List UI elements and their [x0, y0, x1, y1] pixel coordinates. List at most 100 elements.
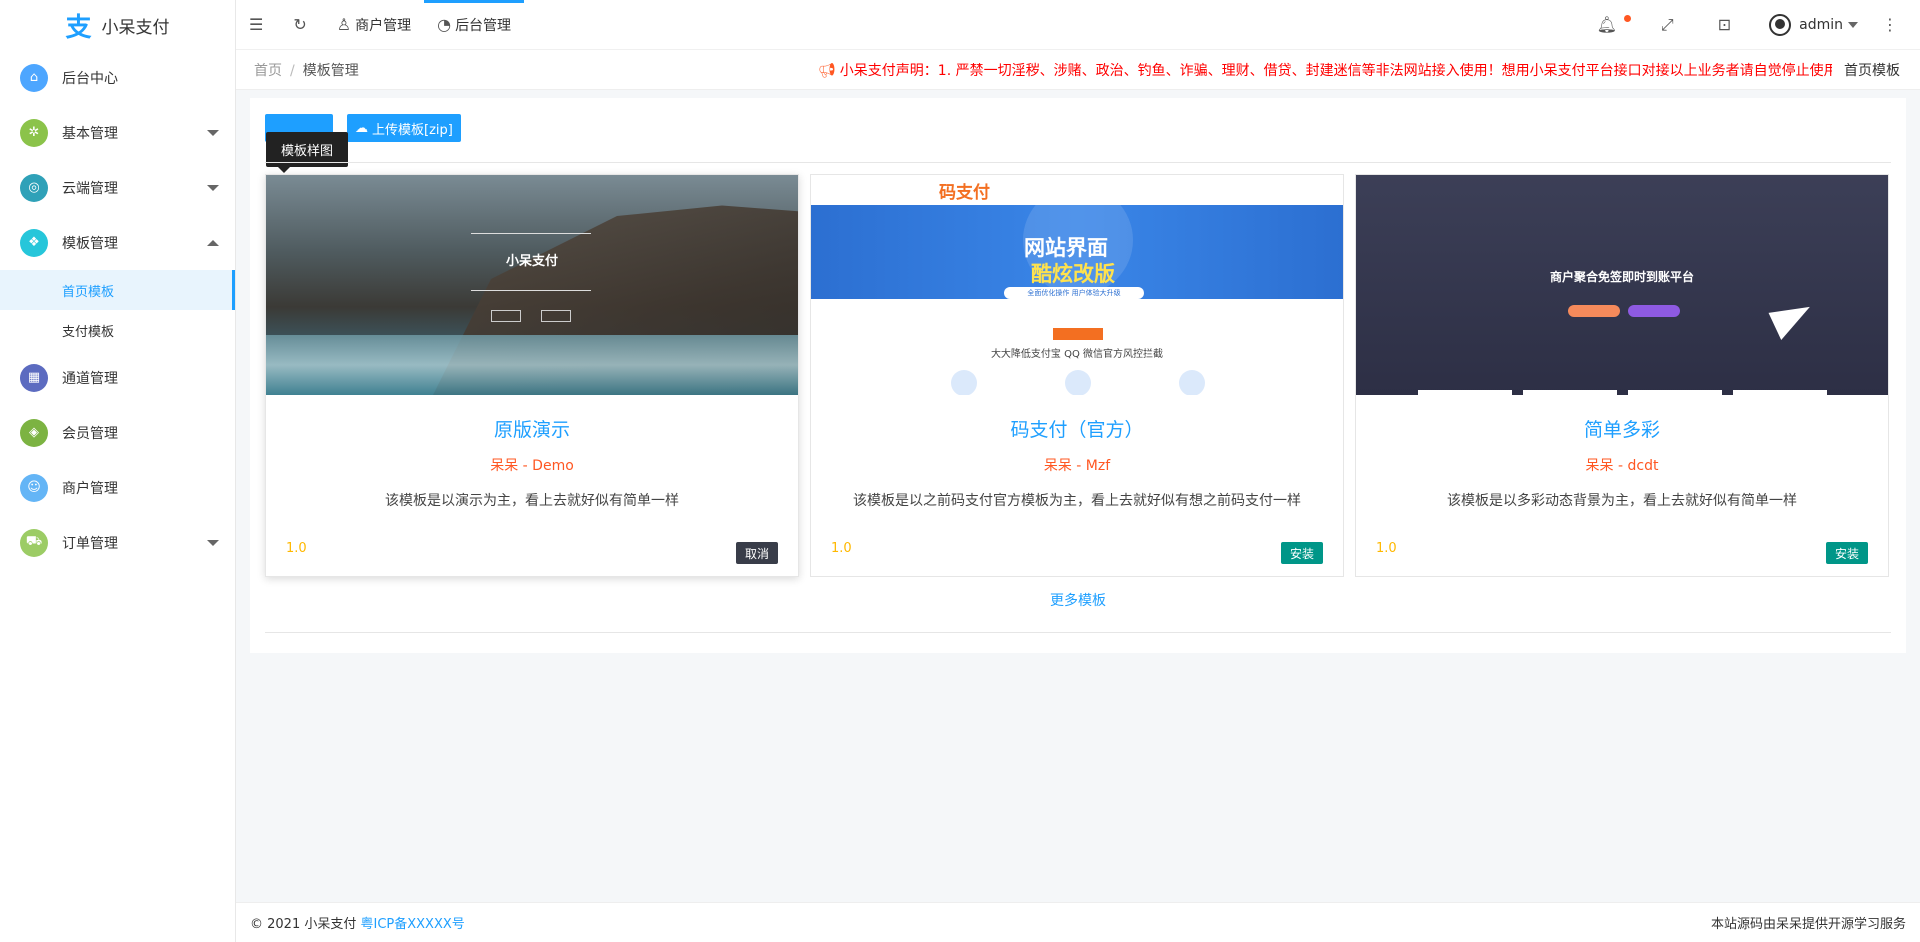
layers-icon: ❖ — [20, 228, 48, 257]
thumb-line — [471, 290, 591, 291]
notification-button[interactable]: 🔔︎ — [1577, 0, 1641, 50]
template-author: 呆呆 - Demo — [490, 458, 574, 474]
divider — [265, 162, 1891, 163]
tab-merchant-management[interactable]: ♙ 商户管理 — [324, 0, 424, 50]
chevron-down-icon — [207, 184, 219, 191]
thumb-icon — [951, 370, 977, 395]
settings-icon: ✲ — [20, 118, 48, 147]
thumb-title: 小呆支付 — [505, 254, 558, 269]
bell-icon: 🔔︎ — [1596, 15, 1617, 34]
tab-backend-management[interactable]: ◔ 后台管理 — [424, 0, 525, 50]
notice-text: 小呆支付声明：1. 严禁一切淫秽、涉赌、政治、钓鱼、诈骗、理财、借贷、封建迷信等… — [839, 62, 1832, 79]
menu-toggle-button[interactable]: ☰ — [236, 0, 280, 50]
icp-link[interactable]: 粤ICP备XXXXX号 — [361, 917, 465, 932]
template-card: 小呆支付 原版演示 呆呆 - Demo 该模板是以演示为主，看上去就好似有简单一… — [265, 174, 799, 577]
breadcrumb-separator: / — [290, 62, 295, 79]
footer: © 2021 小呆支付 粤ICP备XXXXX号 本站源码由呆呆提供开源学习服务 — [236, 902, 1920, 942]
thumb-button — [491, 310, 521, 322]
app-name: 小呆支付 — [101, 17, 170, 38]
thumb-button — [1628, 305, 1680, 317]
sidebar-subitem-home-template[interactable]: 首页模板 — [0, 270, 235, 310]
thumb-card — [1418, 390, 1512, 395]
refresh-icon: ↻ — [293, 15, 307, 34]
thumb-headline-2: 酷炫改版 — [1031, 262, 1115, 286]
sidebar-item-label: 后台中心 — [62, 70, 118, 87]
breadcrumb-home[interactable]: 首页 — [254, 63, 282, 79]
home-icon: ⌂ — [20, 63, 48, 92]
template-card: 码支付 网站界面 酷炫改版 全面优化操作 用户体验大升级 大大降低支付宝 QQ … — [810, 174, 1344, 577]
sidebar-item-dashboard[interactable]: ⌂ 后台中心 — [0, 50, 235, 105]
template-description: 该模板是以多彩动态背景为主，看上去就好似有简单一样 — [1447, 493, 1797, 509]
lock-screen-button[interactable]: ⊡ — [1698, 0, 1755, 50]
user-menu[interactable]: admin — [1755, 0, 1872, 50]
logo[interactable]: 支 小呆支付 — [0, 0, 235, 50]
thumb-icon — [1065, 370, 1091, 395]
sidebar-subitem-label: 首页模板 — [62, 284, 115, 300]
chevron-down-icon — [207, 129, 219, 136]
sidebar-item-orders[interactable]: ⛟ 订单管理 — [0, 515, 235, 570]
notice-marquee: 📢︎ 小呆支付声明：1. 严禁一切淫秽、涉赌、政治、钓鱼、诈骗、理财、借贷、封建迷… — [566, 60, 1832, 80]
footer-right: 本站源码由呆呆提供开源学习服务 — [1710, 917, 1906, 932]
template-version: 1.0 — [831, 541, 852, 556]
more-templates-link[interactable]: 更多模板 — [250, 590, 1906, 610]
logo-icon: 支 — [65, 12, 92, 43]
thumb-card — [1523, 390, 1617, 395]
sidebar-item-members[interactable]: ◈ 会员管理 — [0, 405, 235, 460]
top-header: ☰ ↻ ♙ 商户管理 ◔ 后台管理 🔔︎ ⤢ ⊡ admin ⋮ — [236, 0, 1920, 50]
indent-icon: ☰ — [249, 15, 264, 34]
template-panel: ☁ 上传模板[zip] 模板样图 小呆支付 原版演示 呆呆 - Demo 该模板… — [250, 98, 1906, 653]
sidebar-item-label: 通道管理 — [62, 370, 118, 387]
thumb-card — [1628, 390, 1722, 395]
user-icon: ☺ — [20, 473, 48, 502]
sidebar-item-label: 会员管理 — [62, 425, 118, 442]
more-button[interactable]: ⋮ — [1872, 0, 1920, 50]
upload-template-button[interactable]: ☁ 上传模板[zip] — [347, 114, 461, 142]
template-version: 1.0 — [286, 541, 307, 556]
thumb-title: 商户聚合免签即时到账平台 — [1549, 270, 1694, 284]
diamond-icon: ◈ — [20, 418, 48, 447]
sidebar-item-channels[interactable]: ▦ 通道管理 — [0, 350, 235, 405]
cloud-icon: ◎ — [20, 173, 48, 202]
template-author: 呆呆 - Mzf — [1043, 458, 1111, 474]
thumb-button — [1053, 328, 1103, 340]
dashboard-icon: ◔ — [437, 15, 452, 34]
user-icon: ♙ — [336, 15, 352, 34]
current-page-label: 首页模板 — [1844, 62, 1900, 79]
template-thumbnail[interactable]: 码支付 网站界面 酷炫改版 全面优化操作 用户体验大升级 大大降低支付宝 QQ … — [811, 175, 1343, 395]
copyright: © 2021 小呆支付 — [250, 917, 357, 932]
header-right: 🔔︎ ⤢ ⊡ admin ⋮ — [1577, 0, 1920, 50]
template-description: 该模板是以演示为主，看上去就好似有简单一样 — [385, 493, 679, 509]
chevron-up-icon — [207, 239, 219, 246]
sidebar-item-cloud[interactable]: ◎ 云端管理 — [0, 160, 235, 215]
sidebar-item-label: 订单管理 — [62, 535, 118, 552]
sidebar-item-merchants[interactable]: ☺ 商户管理 — [0, 460, 235, 515]
chevron-down-icon — [207, 539, 219, 546]
template-card: 商户聚合免签即时到账平台 简单多彩 呆呆 - dcdt 该模板是以多彩动态背景为… — [1355, 174, 1889, 577]
sidebar-subitem-pay-template[interactable]: 支付模板 — [0, 310, 235, 350]
cart-icon: ⛟ — [20, 528, 48, 557]
template-thumbnail[interactable]: 小呆支付 — [266, 175, 798, 395]
thumb-card — [1733, 390, 1827, 395]
megaphone-icon: 📢︎ — [818, 62, 836, 79]
fullscreen-button[interactable]: ⤢ — [1641, 0, 1698, 50]
refresh-button[interactable]: ↻ — [280, 0, 323, 50]
cloud-upload-icon: ☁ — [355, 120, 368, 136]
breadcrumb: 首页 / 模板管理 — [236, 60, 566, 80]
upload-template-label: 上传模板[zip] — [372, 122, 453, 138]
sidebar-item-basic[interactable]: ✲ 基本管理 — [0, 105, 235, 160]
sidebar-item-label: 商户管理 — [62, 480, 118, 497]
breadcrumb-current: 模板管理 — [302, 62, 359, 79]
sidebar-subitem-label: 支付模板 — [62, 324, 115, 340]
tab-label: 后台管理 — [455, 17, 512, 34]
thumb-pill: 全面优化操作 用户体验大升级 — [1004, 287, 1144, 299]
tab-label: 商户管理 — [355, 17, 412, 34]
install-button[interactable]: 安装 — [1825, 542, 1868, 564]
template-thumbnail[interactable]: 商户聚合免签即时到账平台 — [1356, 175, 1888, 395]
install-button[interactable]: 安装 — [1280, 542, 1323, 564]
notification-dot — [1623, 14, 1631, 22]
template-name: 码支付（官方） — [1010, 419, 1144, 441]
cancel-button[interactable]: 取消 — [735, 542, 778, 564]
thumb-icon — [1179, 370, 1205, 395]
sidebar-item-templates[interactable]: ❖ 模板管理 — [0, 215, 235, 270]
template-name: 简单多彩 — [1583, 419, 1660, 441]
